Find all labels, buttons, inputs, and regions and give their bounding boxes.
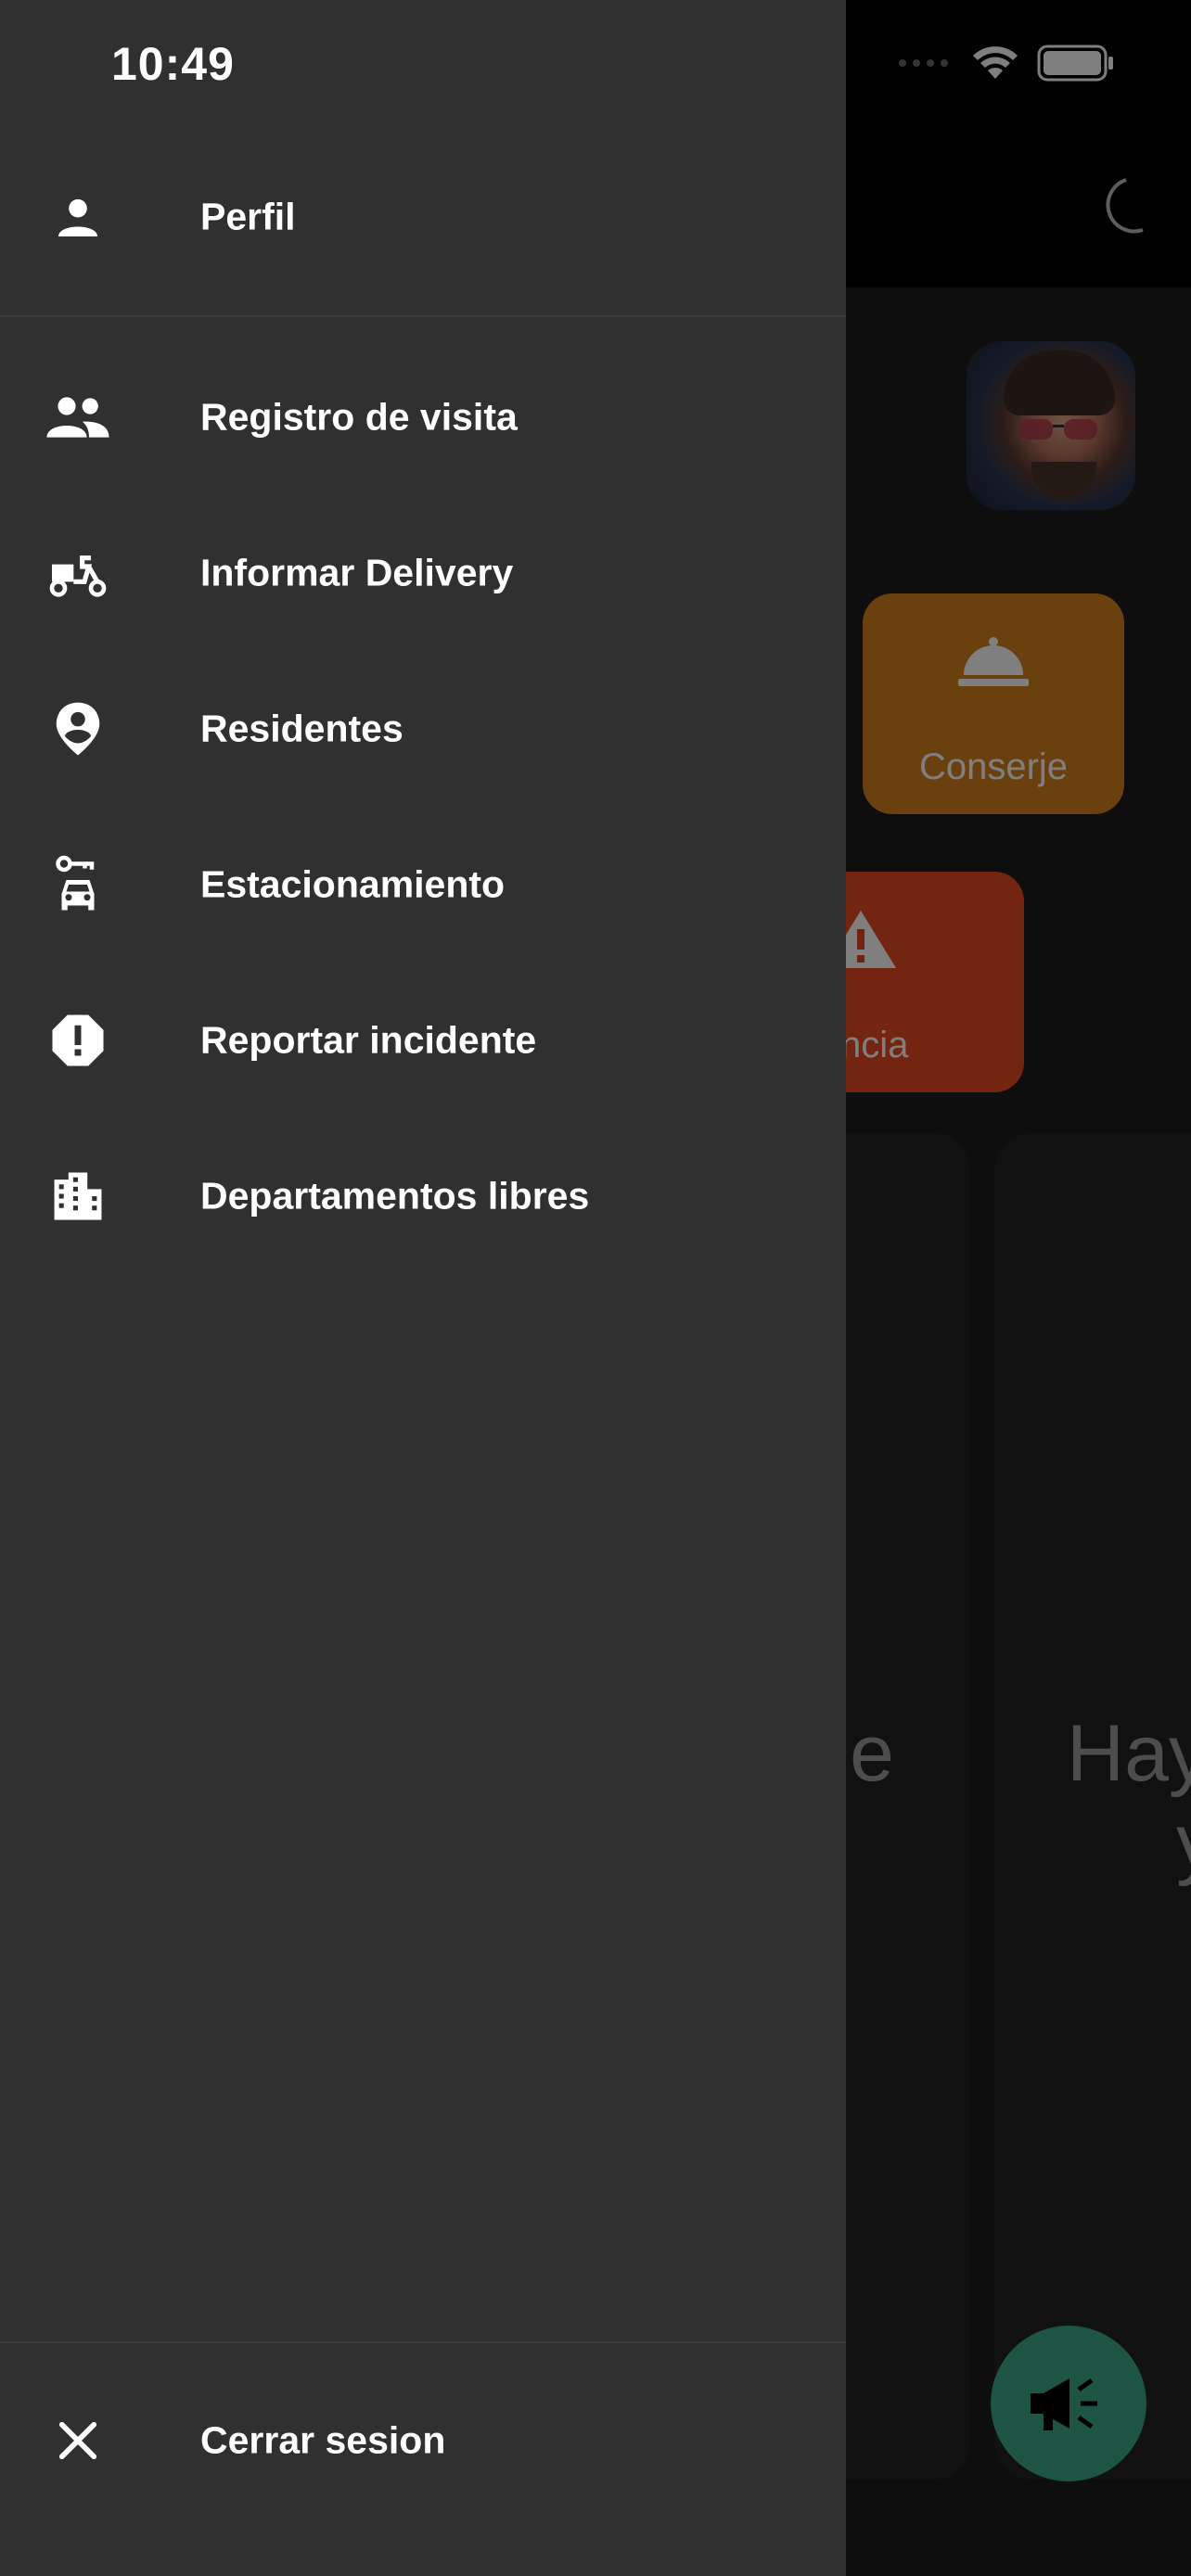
building-icon [41, 1159, 115, 1233]
person-icon [41, 180, 115, 254]
drawer-item-label: Estacionamiento [200, 862, 506, 906]
drawer-item-label: Perfil [200, 195, 296, 238]
people-icon [41, 380, 115, 454]
status-time: 10:49 [111, 38, 235, 90]
close-icon [41, 2404, 115, 2478]
navigation-drawer: 10:49 Perfil Registro de visita Informar… [0, 0, 846, 2576]
drawer-item-departamentos-libres[interactable]: Departamentos libres [0, 1131, 846, 1261]
drawer-item-reportar-incidente[interactable]: Reportar incidente [0, 976, 846, 1105]
drawer-item-label: Registro de visita [200, 395, 518, 439]
drawer-item-registro-de-visita[interactable]: Registro de visita [0, 352, 846, 482]
drawer-item-residentes[interactable]: Residentes [0, 664, 846, 794]
drawer-item-label: Residentes [200, 707, 403, 750]
divider [0, 315, 846, 317]
person-pin-icon [41, 692, 115, 766]
divider [0, 2341, 846, 2343]
drawer-item-estacionamiento[interactable]: Estacionamiento [0, 820, 846, 950]
delivery-scooter-icon [41, 536, 115, 610]
drawer-item-label: Informar Delivery [200, 551, 514, 594]
drawer-item-cerrar-sesion[interactable]: Cerrar sesion [0, 2376, 846, 2506]
drawer-item-label: Cerrar sesion [200, 2418, 446, 2462]
car-key-icon [41, 848, 115, 922]
drawer-item-informar-delivery[interactable]: Informar Delivery [0, 508, 846, 638]
drawer-item-label: Reportar incidente [200, 1018, 537, 1062]
report-octagon-icon [41, 1003, 115, 1078]
drawer-item-perfil[interactable]: Perfil [0, 152, 846, 282]
drawer-item-label: Departamentos libres [200, 1174, 590, 1218]
